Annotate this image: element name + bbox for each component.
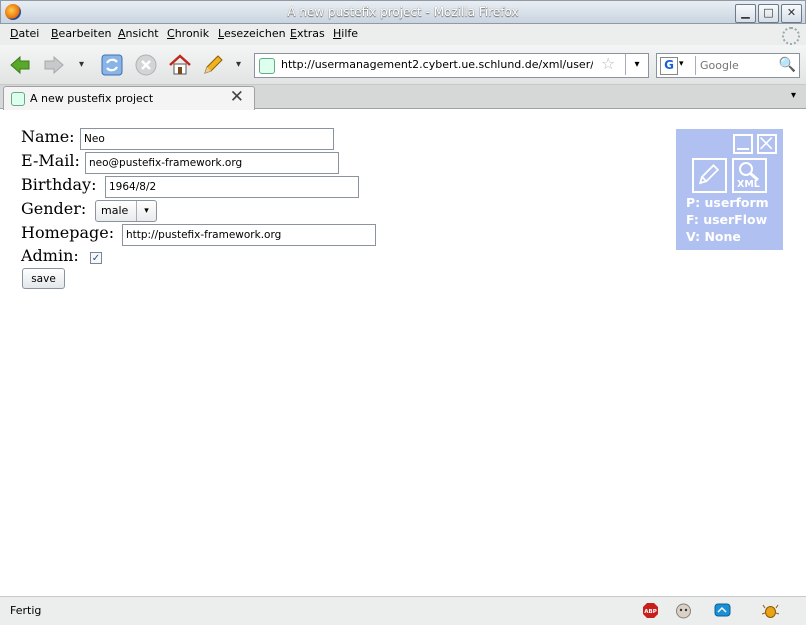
homepage-input[interactable]	[122, 224, 376, 246]
console-page-line: P: userform	[686, 195, 769, 210]
search-input[interactable]	[695, 56, 784, 75]
search-bar: G ▾ 🔍	[656, 53, 800, 78]
tab-favicon-icon	[11, 92, 25, 106]
menu-lesezeichen[interactable]: Lesezeichen	[218, 27, 286, 40]
forward-icon[interactable]	[42, 53, 66, 77]
google-icon[interactable]: G	[660, 57, 678, 75]
url-text: http://usermanagement2.cybert.ue.schlund…	[281, 58, 593, 71]
navigation-toolbar: ▾ ▾ http://usermanagement2.cybert.ue.sch…	[0, 45, 806, 85]
home-icon[interactable]	[168, 53, 192, 77]
console-variant-line: V: None	[686, 229, 741, 244]
menu-chronik[interactable]: Chronik	[167, 27, 209, 40]
admin-checkbox[interactable]: ✓	[90, 252, 102, 264]
throbber-icon	[782, 27, 800, 45]
bookmark-star-icon[interactable]: ☆	[601, 54, 615, 73]
email-label: E-Mail:	[21, 151, 80, 170]
birthday-label: Birthday:	[21, 175, 97, 194]
console-flow-line: F: userFlow	[686, 212, 768, 227]
search-icon[interactable]: 🔍	[779, 57, 796, 73]
url-bar[interactable]: http://usermanagement2.cybert.ue.schlund…	[254, 53, 649, 78]
menu-bearbeiten[interactable]: Bearbeiten	[51, 27, 111, 40]
monkey-icon[interactable]	[675, 602, 692, 619]
pencil-dropdown-icon[interactable]: ▾	[236, 59, 241, 70]
email-row: E-Mail:	[21, 151, 339, 174]
gender-value: male	[101, 204, 129, 217]
tab-strip: A new pustefix project ✕ ▾	[0, 85, 806, 111]
homepage-label: Homepage:	[21, 223, 115, 242]
tab-label: A new pustefix project	[30, 92, 154, 105]
reload-icon[interactable]	[100, 53, 124, 77]
chat-icon[interactable]	[714, 602, 731, 619]
stop-icon[interactable]	[134, 53, 158, 77]
name-input[interactable]	[80, 128, 334, 150]
close-window-button[interactable]: ✕	[781, 4, 802, 23]
menu-hilfe[interactable]: Hilfe	[333, 27, 358, 40]
menu-ansicht[interactable]: Ansicht	[118, 27, 159, 40]
xml-view-button[interactable]: XML	[732, 158, 767, 193]
status-bar: Fertig ABP	[0, 596, 806, 625]
title-bar: A new pustefix project - Mozilla Firefox…	[0, 0, 806, 24]
pustefix-console: XML P: userform F: userFlow V: None	[676, 129, 783, 250]
email-input[interactable]	[85, 152, 339, 174]
menu-extras[interactable]: Extras	[290, 27, 325, 40]
page-content: Name: E-Mail: Birthday: Gender: male ▾ H…	[0, 110, 806, 596]
adblock-icon[interactable]: ABP	[642, 602, 659, 619]
admin-label: Admin:	[21, 246, 79, 265]
gender-label: Gender:	[21, 199, 87, 218]
name-row: Name:	[21, 127, 334, 150]
url-dropdown-button[interactable]: ▾	[625, 54, 648, 75]
gender-select[interactable]: male ▾	[95, 200, 157, 222]
firebug-icon[interactable]	[762, 602, 779, 619]
birthday-input[interactable]	[105, 176, 359, 198]
status-text: Fertig	[10, 604, 42, 617]
admin-row: Admin: ✓	[21, 246, 102, 265]
edit-pencil-icon[interactable]	[692, 158, 727, 193]
back-icon[interactable]	[8, 53, 32, 77]
window-title: A new pustefix project - Mozilla Firefox	[287, 5, 519, 19]
close-tab-icon[interactable]: ✕	[230, 87, 244, 107]
minimize-console-icon[interactable]	[733, 134, 753, 154]
birthday-row: Birthday:	[21, 175, 359, 198]
history-dropdown-icon[interactable]: ▾	[79, 59, 84, 70]
pencil-icon[interactable]	[201, 53, 225, 77]
tab-pustefix-project[interactable]: A new pustefix project ✕	[3, 86, 255, 111]
close-console-icon[interactable]	[757, 134, 777, 154]
menu-datei[interactable]: Datei	[10, 27, 39, 40]
minimize-button[interactable]: ▁	[735, 4, 756, 23]
xml-label: XML	[737, 179, 760, 190]
search-engine-dropdown-icon[interactable]: ▾	[679, 59, 684, 69]
maximize-button[interactable]: □	[758, 4, 779, 23]
adblock-label: ABP	[644, 609, 656, 615]
menu-bar: Datei Bearbeiten Ansicht Chronik Lesezei…	[0, 24, 806, 45]
save-button[interactable]: save	[22, 268, 65, 289]
site-identity-icon[interactable]	[259, 58, 275, 74]
tab-list-dropdown-icon[interactable]: ▾	[791, 90, 796, 101]
chevron-down-icon: ▾	[136, 201, 156, 221]
magnifier-icon	[739, 162, 759, 181]
homepage-row: Homepage:	[21, 223, 376, 246]
name-label: Name:	[21, 127, 75, 146]
gender-row: Gender: male ▾	[21, 199, 157, 222]
